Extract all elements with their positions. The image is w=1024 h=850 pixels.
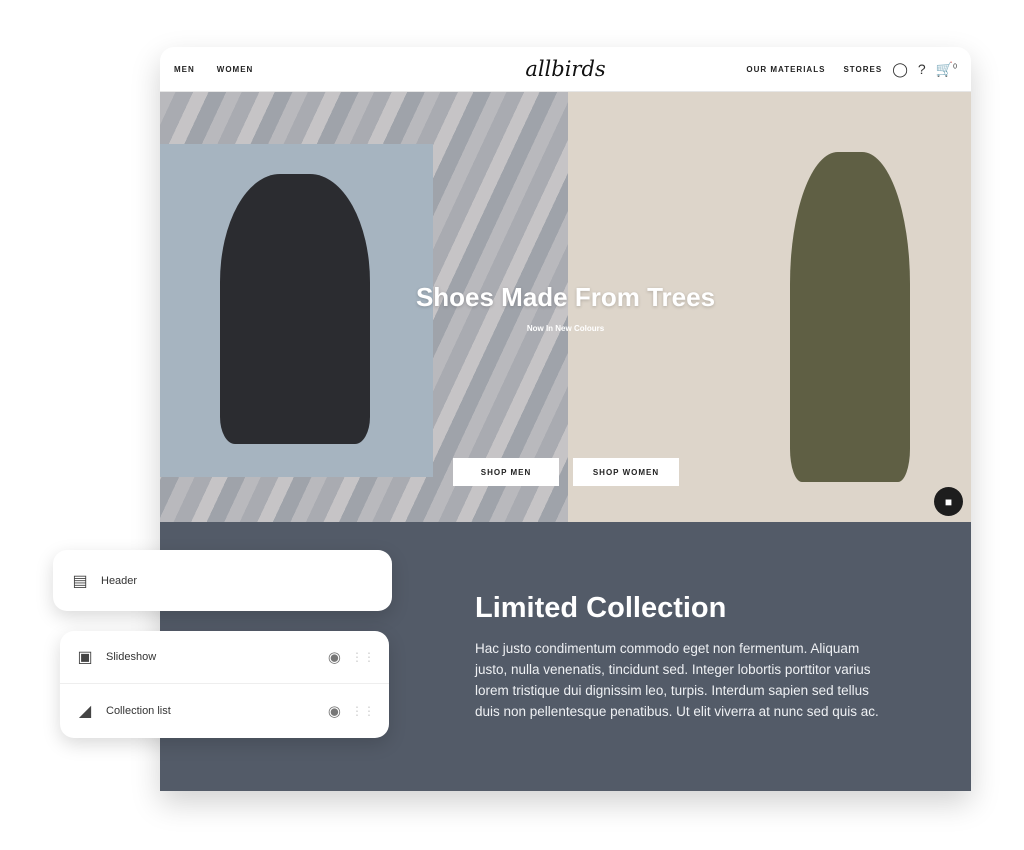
collection-title: Limited Collection bbox=[475, 592, 727, 624]
header-label: Header bbox=[101, 574, 138, 587]
section-label: Slideshow bbox=[106, 651, 157, 663]
nav-stores[interactable]: STORES bbox=[843, 65, 882, 74]
shop-men-button[interactable]: SHOP MEN bbox=[453, 458, 559, 486]
sections-card: ▣ Slideshow ◉ ⋮⋮ ◢ Collection list ◉ ⋮⋮ bbox=[60, 631, 389, 738]
help-icon[interactable]: ? bbox=[918, 61, 926, 77]
tag-icon: ◢ bbox=[78, 702, 92, 720]
store-nav: MEN WOMEN allbirds OUR MATERIALS STORES … bbox=[160, 47, 971, 92]
chat-icon[interactable]: ■ bbox=[934, 487, 963, 516]
eye-icon[interactable]: ◉ bbox=[328, 702, 341, 720]
header-section-card[interactable]: ▤ Header bbox=[53, 550, 392, 611]
hero-title: Shoes Made From Trees bbox=[415, 282, 716, 312]
image-icon: ▣ bbox=[77, 649, 93, 666]
logo[interactable]: allbirds bbox=[525, 57, 605, 81]
shop-women-button[interactable]: SHOP WOMEN bbox=[573, 458, 679, 486]
collection-body: Hac justo condimentum commodo eget non f… bbox=[475, 641, 879, 719]
section-row-slideshow[interactable]: ▣ Slideshow ◉ ⋮⋮ bbox=[60, 631, 389, 684]
account-icon[interactable]: ◯ bbox=[892, 61, 908, 78]
section-label: Collection list bbox=[106, 704, 171, 717]
drag-handle-icon[interactable]: ⋮⋮ bbox=[351, 704, 375, 718]
cart-icon[interactable]: 🛒0 bbox=[936, 61, 957, 78]
section-row-collection-list[interactable]: ◢ Collection list ◉ ⋮⋮ bbox=[60, 684, 389, 737]
woman-figure bbox=[790, 152, 910, 482]
hero-subtitle: Now In New Colours bbox=[526, 324, 605, 333]
hero-slideshow: Shoes Made From Trees Now In New Colours… bbox=[160, 92, 971, 522]
cart-count: 0 bbox=[953, 62, 957, 70]
eye-icon[interactable]: ◉ bbox=[328, 648, 341, 666]
header-layout-icon: ▤ bbox=[72, 572, 88, 590]
nav-men[interactable]: MEN bbox=[174, 65, 195, 74]
nav-materials[interactable]: OUR MATERIALS bbox=[746, 65, 825, 74]
drag-handle-icon[interactable]: ⋮⋮ bbox=[351, 650, 375, 664]
nav-women[interactable]: WOMEN bbox=[217, 65, 254, 74]
